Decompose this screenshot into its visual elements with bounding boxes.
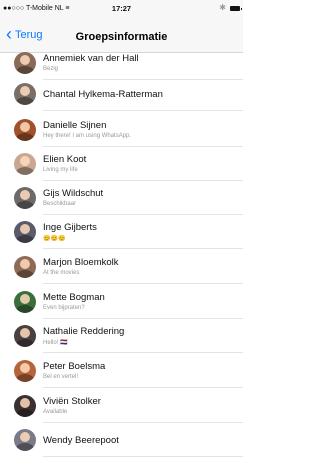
row-divider <box>43 180 243 181</box>
member-row[interactable]: Wendy Beerepoot <box>0 424 243 457</box>
avatar <box>14 291 36 313</box>
member-row[interactable]: Viviën Stolker Available <box>0 390 243 423</box>
member-status: 😊😊😊 <box>43 236 66 242</box>
member-status: Living my life <box>43 167 78 173</box>
member-status: Available <box>43 409 68 415</box>
row-divider <box>43 352 243 353</box>
member-row[interactable]: Gijs Wildschut Beschikbaar <box>0 182 243 215</box>
member-row[interactable]: Marjon Bloemkolk At the movies <box>0 251 243 284</box>
avatar <box>14 256 36 278</box>
avatar <box>14 325 36 347</box>
member-status: Hey there! I am using WhatsApp. <box>43 133 132 139</box>
avatar <box>14 429 36 451</box>
member-status: Beschikbaar <box>43 201 77 207</box>
member-name: Elien Koot <box>43 154 87 165</box>
row-divider <box>43 146 243 147</box>
member-row[interactable]: Annemiek van der Hall Bezig <box>0 47 243 80</box>
member-name: Peter Boelsma <box>43 361 106 372</box>
member-name: Danielle Sijnen <box>43 120 107 131</box>
member-status: Bezig <box>43 66 59 72</box>
row-divider <box>43 214 243 215</box>
member-row[interactable]: Nathalie Reddering Hello! 🇳🇱 <box>0 320 243 353</box>
avatar <box>14 221 36 243</box>
member-row[interactable]: Inge Gijberts 😊😊😊 <box>0 216 243 249</box>
member-name: Gijs Wildschut <box>43 188 104 199</box>
back-label: Terug <box>15 29 43 41</box>
member-status: Hello! 🇳🇱 <box>43 340 68 346</box>
member-row[interactable]: Chantal Hylkema-Ratterman <box>0 78 243 111</box>
member-name: Viviën Stolker <box>43 396 101 407</box>
member-row[interactable]: Mette Bogman Even bijpraten? <box>0 286 243 319</box>
back-button[interactable]: ‹ Terug <box>6 25 43 45</box>
avatar <box>14 395 36 417</box>
avatar <box>14 360 36 382</box>
chevron-left-icon: ‹ <box>6 24 12 44</box>
member-name: Marjon Bloemkolk <box>43 257 119 268</box>
member-name: Wendy Beerepoot <box>43 435 119 446</box>
member-name: Mette Bogman <box>43 292 105 303</box>
row-divider <box>43 422 243 423</box>
row-divider <box>43 318 243 319</box>
row-divider <box>43 283 243 284</box>
member-row[interactable]: Elien Koot Living my life <box>0 148 243 181</box>
status-bar: ●●○○○ T-Mobile NL ≡ 17:27 ✱ <box>0 0 243 17</box>
clock: 17:27 <box>111 4 132 13</box>
member-name: Chantal Hylkema-Ratterman <box>43 89 163 100</box>
member-name: Annemiek van der Hall <box>43 53 139 64</box>
avatar <box>14 187 36 209</box>
row-divider <box>43 387 243 388</box>
avatar <box>14 119 36 141</box>
avatar <box>14 52 36 74</box>
member-status: Bel en vertel! <box>43 374 79 380</box>
row-divider <box>43 110 243 111</box>
row-divider <box>43 248 243 249</box>
avatar <box>14 83 36 105</box>
member-status: At the movies <box>43 270 80 276</box>
member-row[interactable]: Peter Boelsma Bel en vertel! <box>0 355 243 388</box>
member-name: Inge Gijberts <box>43 222 97 233</box>
avatar <box>14 153 36 175</box>
member-row[interactable]: Danielle Sijnen Hey there! I am using Wha… <box>0 114 243 147</box>
member-name: Nathalie Reddering <box>43 326 125 337</box>
bluetooth-icon: ✱ <box>219 3 226 12</box>
member-status: Even bijpraten? <box>43 305 85 311</box>
battery-icon <box>230 6 242 11</box>
